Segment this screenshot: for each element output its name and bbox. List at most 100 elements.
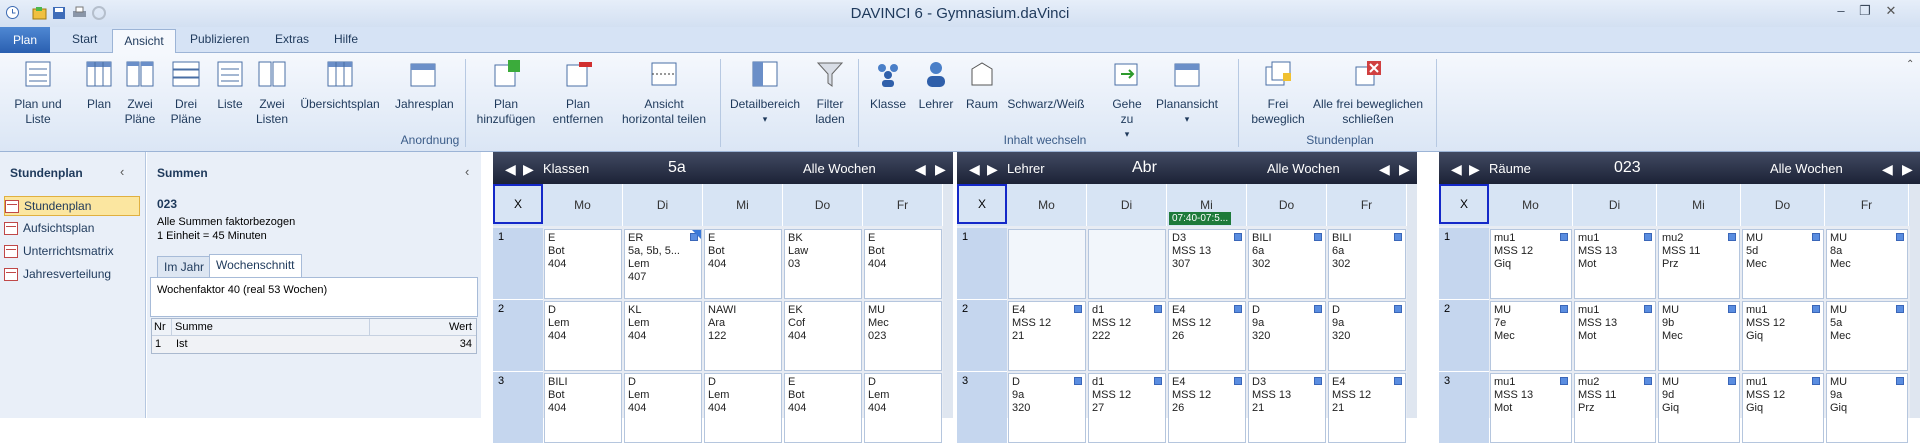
lesson-cell[interactable]: EK Cof 404 [784,301,862,371]
tab-plan[interactable]: Plan [0,27,50,53]
previous-week-icon[interactable]: ◀ [915,161,926,178]
day-header-do[interactable]: Do [1247,184,1327,226]
planansicht-button[interactable]: Planansicht ▾ [1152,59,1222,127]
lesson-cell[interactable]: MU 9a Giq [1826,373,1908,443]
day-header-di[interactable]: Di [1573,184,1657,226]
previous-arrow-icon[interactable]: ◀ [969,161,980,178]
column-nr[interactable]: Nr [152,319,172,335]
lesson-cell[interactable]: E Bot 404 [544,229,622,299]
lesson-cell[interactable]: MU 8a Mec [1826,229,1908,299]
lesson-cell[interactable]: mu1 MSS 13 Mot [1574,301,1656,371]
uebersichtsplan-button[interactable]: Übersichtsplan [300,59,380,112]
lesson-cell[interactable]: D Lem 404 [704,373,782,443]
panel-scrollbar[interactable] [943,184,953,418]
lesson-cell[interactable]: D 9a 320 [1008,373,1086,443]
day-header-fr[interactable]: Fr [863,184,943,226]
column-summe[interactable]: Summe [172,319,370,335]
alle-frei-beweglichen-schliessen-button[interactable]: Alle frei beweglichen schließen [1312,59,1424,127]
nav-item-stundenplan[interactable]: Stundenplan [4,196,140,216]
tab-hilfe[interactable]: Hilfe [334,32,358,46]
lesson-cell[interactable]: KL Lem 404 [624,301,702,371]
minimize-button[interactable]: – [1830,3,1852,21]
collapse-summen-icon[interactable]: ‹ [465,164,469,179]
lesson-cell[interactable]: mu1 MSS 13 Mot [1490,373,1572,443]
frei-beweglich-button[interactable]: Frei beweglich [1248,59,1308,127]
empty-lesson-cell[interactable] [1008,229,1086,299]
plan-button[interactable]: Plan [84,59,114,112]
panel-scrollbar[interactable] [1407,184,1417,418]
zwei-plaene-button[interactable]: Zwei Pläne [120,59,160,127]
corner-x-cell[interactable]: X [1439,184,1489,224]
lesson-cell[interactable]: BILI 6a 302 [1328,229,1406,299]
lesson-cell[interactable]: MU 9d Giq [1658,373,1740,443]
lesson-cell[interactable]: D3 MSS 13 307 [1168,229,1246,299]
day-header-fr[interactable]: Fr [1825,184,1909,226]
filter-laden-button[interactable]: Filter laden [808,59,852,127]
lesson-cell[interactable]: D 9a 320 [1328,301,1406,371]
plan-und-liste-button[interactable]: Plan und Liste [10,59,66,127]
lesson-cell[interactable]: BILI 6a 302 [1248,229,1326,299]
timetable-entity[interactable]: 023 [1614,159,1641,177]
day-header-do[interactable]: Do [783,184,863,226]
timetable-entity[interactable]: 5a [668,159,686,177]
lesson-cell[interactable]: mu1 MSS 12 Giq [1742,301,1824,371]
day-header-mo[interactable]: Mo [1489,184,1573,226]
day-header-mo[interactable]: Mo [1007,184,1087,226]
lesson-cell[interactable]: D Lem 404 [864,373,942,443]
lehrer-button[interactable]: Lehrer [916,59,956,112]
day-header-mi[interactable]: Mi [1657,184,1741,226]
lesson-cell[interactable]: mu1 MSS 13 Mot [1574,229,1656,299]
lesson-cell[interactable]: ER 5a, 5b, 5... Lem 407 [624,229,702,299]
schwarz-weiss-button[interactable]: Schwarz/Weiß [1006,59,1086,112]
lesson-cell[interactable]: E4 MSS 12 21 [1008,301,1086,371]
empty-lesson-cell[interactable] [1088,229,1166,299]
ribbon-collapse-icon[interactable]: ⌃ [1906,59,1914,70]
nav-item-aufsichtsplan[interactable]: Aufsichtsplan [4,218,140,238]
liste-button[interactable]: Liste [212,59,248,112]
corner-x-cell[interactable]: X [957,184,1007,224]
timetable-entity[interactable]: Abr [1132,159,1157,177]
close-button[interactable]: ✕ [1880,3,1902,21]
previous-week-icon[interactable]: ◀ [1379,161,1390,178]
day-header-fr[interactable]: Fr [1327,184,1407,226]
plan-entfernen-button[interactable]: Plan entfernen [548,59,608,127]
next-arrow-icon[interactable]: ▶ [1469,161,1480,178]
raum-button[interactable]: Raum [962,59,1002,112]
next-arrow-icon[interactable]: ▶ [987,161,998,178]
lesson-cell[interactable]: E4 MSS 12 26 [1168,301,1246,371]
day-header-di[interactable]: Di [623,184,703,226]
lesson-cell[interactable]: E Bot 404 [704,229,782,299]
nav-item-jahresverteilung[interactable]: Jahresverteilung [4,264,140,284]
day-header-mo[interactable]: Mo [543,184,623,226]
table-row[interactable]: 1 Ist 34 [152,336,476,353]
lesson-cell[interactable]: E Bot 404 [784,373,862,443]
tab-ansicht[interactable]: Ansicht [112,29,176,54]
lesson-cell[interactable]: mu2 MSS 11 Prz [1658,229,1740,299]
previous-week-icon[interactable]: ◀ [1882,161,1893,178]
weeks-selector[interactable]: Alle Wochen [1770,161,1843,176]
day-header-mi[interactable]: Mi [703,184,783,226]
lesson-cell[interactable]: mu1 MSS 12 Giq [1742,373,1824,443]
lesson-cell[interactable]: BK Law 03 [784,229,862,299]
tab-wochenschnitt[interactable]: Wochenschnitt [209,254,302,278]
lesson-cell[interactable]: d1 MSS 12 222 [1088,301,1166,371]
lesson-cell[interactable]: NAWI Ara 122 [704,301,782,371]
previous-arrow-icon[interactable]: ◀ [505,161,516,178]
lesson-cell[interactable]: D3 MSS 13 21 [1248,373,1326,443]
tab-publizieren[interactable]: Publizieren [190,32,249,46]
lesson-cell[interactable]: D Lem 404 [544,301,622,371]
gehe-zu-button[interactable]: Gehe zu ▾ [1108,59,1146,142]
lesson-cell[interactable]: E4 MSS 12 26 [1168,373,1246,443]
tab-start[interactable]: Start [72,32,97,46]
panel-scrollbar[interactable] [1910,184,1920,418]
lesson-cell[interactable]: mu1 MSS 12 Giq [1490,229,1572,299]
day-header-di[interactable]: Di [1087,184,1167,226]
previous-arrow-icon[interactable]: ◀ [1451,161,1462,178]
jahresplan-button[interactable]: Jahresplan [395,59,454,112]
ansicht-horizontal-teilen-button[interactable]: Ansicht horizontal teilen [618,59,710,127]
lesson-cell[interactable]: MU 9b Mec [1658,301,1740,371]
weeks-selector[interactable]: Alle Wochen [803,161,876,176]
zwei-listen-button[interactable]: Zwei Listen [254,59,290,127]
restore-button[interactable]: ❐ [1854,3,1876,21]
next-week-icon[interactable]: ▶ [935,161,946,178]
